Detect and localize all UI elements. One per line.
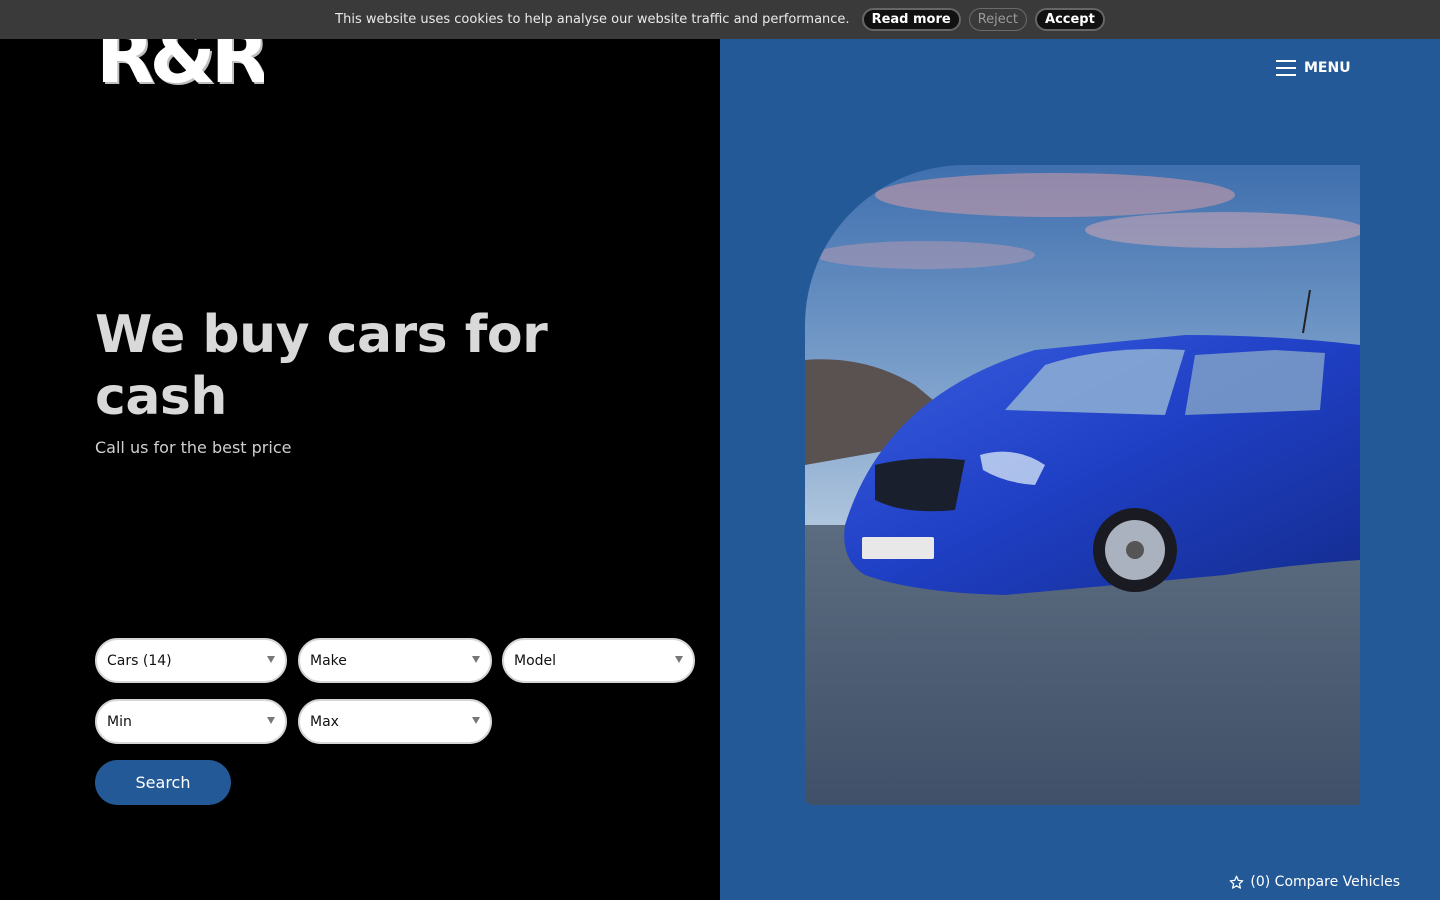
make-select[interactable]: Make: [298, 638, 492, 683]
accept-button[interactable]: Accept: [1035, 8, 1105, 31]
compare-label: (0) Compare Vehicles: [1250, 874, 1400, 890]
caret-down-icon: [267, 656, 275, 663]
reject-button[interactable]: Reject: [968, 8, 1028, 31]
min-price-select[interactable]: Min: [95, 699, 287, 744]
select-value: Max: [310, 713, 339, 730]
caret-down-icon: [472, 656, 480, 663]
select-value: Cars (14): [107, 652, 172, 669]
compare-vehicles-link[interactable]: (0) Compare Vehicles: [1229, 874, 1400, 890]
max-price-select[interactable]: Max: [298, 699, 492, 744]
menu-label: MENU: [1304, 60, 1351, 76]
cookie-banner: This website uses cookies to help analys…: [0, 0, 1440, 39]
select-value: Min: [107, 713, 132, 730]
caret-down-icon: [472, 717, 480, 724]
caret-down-icon: [267, 717, 275, 724]
caret-down-icon: [675, 656, 683, 663]
menu-button[interactable]: MENU: [1276, 60, 1351, 76]
select-value: Model: [514, 652, 557, 669]
hero-car-image: [805, 165, 1360, 805]
cookie-text: This website uses cookies to help analys…: [335, 12, 850, 27]
hero-title: We buy cars for cash: [95, 305, 548, 427]
model-select[interactable]: Model: [502, 638, 695, 683]
vehicle-type-select[interactable]: Cars (14): [95, 638, 287, 683]
search-button[interactable]: Search: [95, 760, 231, 805]
read-more-button[interactable]: Read more: [861, 8, 961, 31]
hamburger-icon: [1276, 60, 1296, 76]
hero-subtitle: Call us for the best price: [95, 438, 292, 457]
select-value: Make: [310, 652, 347, 669]
star-outline-icon: [1230, 875, 1244, 889]
